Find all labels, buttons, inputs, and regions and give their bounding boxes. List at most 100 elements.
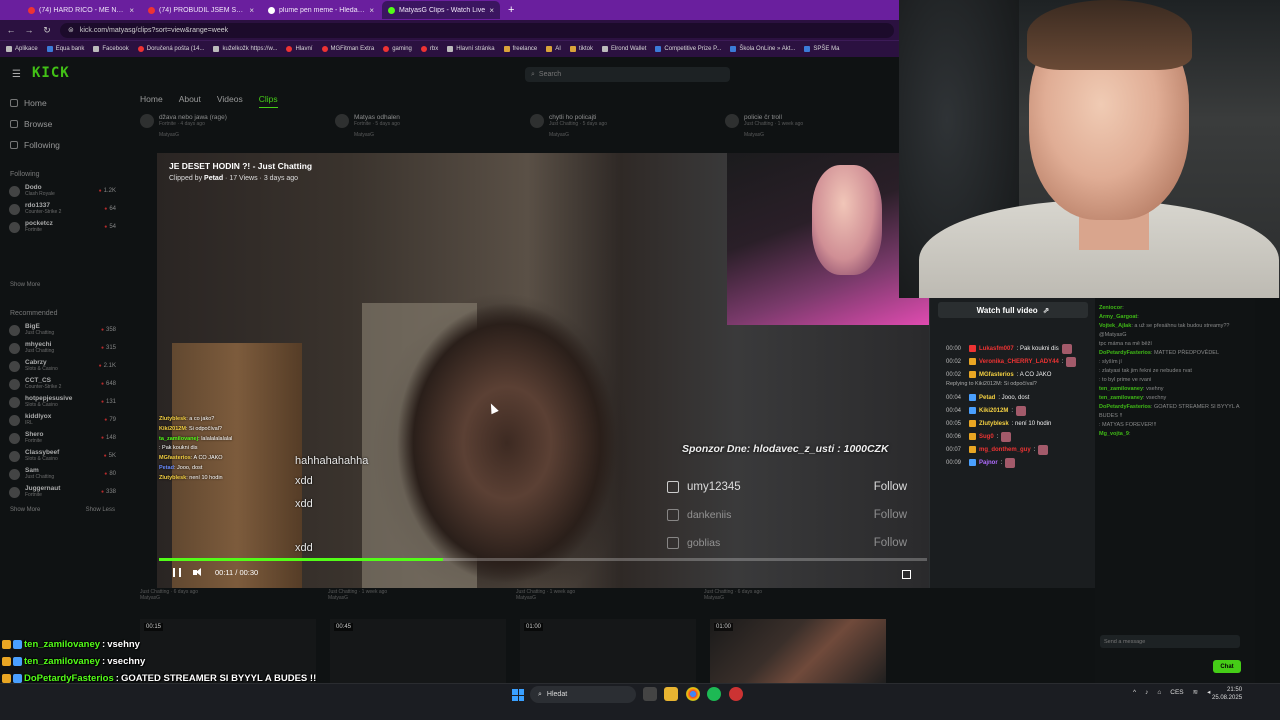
- tab-home[interactable]: Home: [140, 94, 163, 108]
- chat-username[interactable]: Petad: [979, 395, 995, 401]
- chat-username[interactable]: Lukasfm007: [979, 346, 1014, 352]
- chat-username[interactable]: DoPetardyFasterios: [1099, 350, 1151, 356]
- wifi-icon[interactable]: ≋: [1193, 688, 1198, 696]
- chat-username[interactable]: ten_zamilovaney: [1099, 395, 1143, 401]
- browser-tab[interactable]: plume pen meme - Hledat Goo ×: [262, 1, 380, 19]
- back-icon[interactable]: ←: [6, 25, 16, 35]
- watch-full-video-button[interactable]: Watch full video ⇗: [938, 302, 1088, 318]
- chevron-up-icon[interactable]: ^: [1133, 689, 1136, 696]
- chat-input[interactable]: Send a message: [1100, 635, 1240, 648]
- bookmark-item[interactable]: Hlavní stránka: [447, 46, 495, 52]
- sidebar-channel[interactable]: hotpepjesusiveSlots & Casino 131: [0, 393, 125, 411]
- task-view-icon[interactable]: [643, 687, 657, 701]
- close-icon[interactable]: ×: [489, 6, 494, 15]
- chat-username[interactable]: Sug0: [979, 434, 994, 440]
- tab-clips[interactable]: Clips: [258, 94, 278, 108]
- site-info-icon[interactable]: ⊜: [68, 26, 74, 34]
- bookmark-item[interactable]: MGFitman Extra: [321, 46, 374, 52]
- spotify-icon[interactable]: [707, 687, 721, 701]
- clip-thumbnail[interactable]: 01:00: [710, 619, 886, 683]
- sidebar-channel[interactable]: BigEJust Chatting 358: [0, 321, 125, 339]
- network-icon[interactable]: ⌂: [1157, 689, 1161, 696]
- close-icon[interactable]: ×: [129, 6, 134, 15]
- bookmark-item[interactable]: SPŠE Ma: [804, 46, 839, 52]
- bookmark-item[interactable]: rbx: [420, 46, 438, 52]
- fullscreen-icon[interactable]: [902, 570, 911, 579]
- chat-username[interactable]: Pajnor: [979, 460, 998, 466]
- tab-videos[interactable]: Videos: [217, 94, 243, 108]
- bookmark-item[interactable]: tiktok: [569, 46, 593, 52]
- show-more-link[interactable]: Show More: [10, 282, 40, 288]
- volume-icon[interactable]: ◂: [1207, 688, 1210, 696]
- file-explorer-icon[interactable]: [664, 687, 678, 701]
- language-indicator[interactable]: CES: [1170, 689, 1183, 696]
- bookmark-item[interactable]: Competitive Prize P...: [655, 46, 721, 52]
- chat-username[interactable]: DoPetardyFasterios: [1099, 404, 1151, 410]
- taskbar-clock[interactable]: 21:50 25.08.2025: [1212, 686, 1242, 702]
- bookmark-item[interactable]: Doručená pošta (14...: [137, 46, 204, 52]
- show-more-link[interactable]: Show More: [10, 507, 40, 513]
- bookmark-item[interactable]: freelance: [503, 46, 537, 52]
- browser-tab[interactable]: (74) PROBUDIL JSEM SOUSEDE×: [142, 1, 260, 19]
- clip-card[interactable]: policie čr troll Just Chatting · 1 week a…: [725, 114, 900, 138]
- sidebar-item-home[interactable]: Home: [0, 92, 125, 113]
- chrome-icon[interactable]: [686, 687, 700, 701]
- bookmark-item[interactable]: Aplikace: [6, 46, 38, 52]
- new-tab-icon[interactable]: +: [502, 4, 520, 16]
- sidebar-channel[interactable]: DodoClash Royale 1.2K: [0, 182, 125, 200]
- chat-username[interactable]: Mg_vojta_9: [1099, 431, 1129, 437]
- chat-send-button[interactable]: Chat: [1213, 660, 1241, 673]
- bookmark-item[interactable]: AI: [546, 46, 561, 52]
- sidebar-item-browse[interactable]: Browse: [0, 113, 125, 134]
- windows-start-icon[interactable]: [512, 689, 524, 701]
- clip-card[interactable]: Matyas odhalen Fortnite · 5 days ago Matya…: [335, 114, 510, 138]
- kick-logo[interactable]: KICK: [32, 65, 70, 81]
- sidebar-channel[interactable]: CCT_CSCounter-Strike 2 648: [0, 375, 125, 393]
- sidebar-channel[interactable]: pocketczFortnite 54: [0, 218, 125, 236]
- sidebar-channel[interactable]: CabrzySlots & Casino 2.1K: [0, 357, 125, 375]
- bookmark-item[interactable]: Škola OnLine » Akt...: [730, 46, 795, 52]
- clip-card[interactable]: chytli ho policajti Just Chatting · 5 day…: [530, 114, 705, 138]
- chat-username[interactable]: Kiki2012M: [979, 408, 1008, 414]
- chat-username[interactable]: mg_donthem_guy: [979, 447, 1031, 453]
- sidebar-channel[interactable]: ClassybeefSlots & Casino 5K: [0, 447, 125, 465]
- taskbar-search[interactable]: ⌕ Hledat: [530, 686, 636, 703]
- sidebar-channel[interactable]: mhyechiJust Chatting 315: [0, 339, 125, 357]
- chat-username[interactable]: Army_Gargoat: [1099, 314, 1137, 320]
- url-field[interactable]: ⊜ kick.com/matyasg/clips?sort=view&range…: [60, 22, 894, 38]
- progress-bar[interactable]: [159, 558, 927, 561]
- chat-username[interactable]: Zeniocor: [1099, 305, 1122, 311]
- chat-username[interactable]: Zlutyblesk: [979, 421, 1009, 427]
- sidebar-channel[interactable]: JuggernautFortnite 338: [0, 483, 125, 501]
- bookmark-item[interactable]: Elrond Wallet: [601, 46, 646, 52]
- close-icon[interactable]: ×: [369, 6, 374, 15]
- forward-icon[interactable]: →: [24, 25, 34, 35]
- chat-username[interactable]: ten_zamilovaney: [1099, 386, 1143, 392]
- search-input[interactable]: ⌕ Search: [525, 67, 730, 82]
- close-icon[interactable]: ×: [249, 6, 254, 15]
- bookmark-item[interactable]: gaming: [383, 46, 412, 52]
- app-icon[interactable]: [729, 687, 743, 701]
- chat-username[interactable]: MGfasterios: [979, 372, 1014, 378]
- browser-tab[interactable]: (74) HARD RICO - MÉ NEDOSTI×: [22, 1, 140, 19]
- clipped-by-user[interactable]: Petad: [204, 175, 223, 182]
- tab-about[interactable]: About: [179, 94, 201, 108]
- bookmark-item[interactable]: Equa bank: [46, 46, 84, 52]
- reload-icon[interactable]: ↻: [42, 25, 52, 36]
- sidebar-channel[interactable]: rdo1337Counter-Strike 2 64: [0, 200, 125, 218]
- sidebar-item-following[interactable]: Following: [0, 134, 125, 155]
- menu-icon[interactable]: ☰: [12, 69, 21, 80]
- chat-username[interactable]: Veronika_CHERRY_LADY44: [979, 359, 1059, 365]
- clip-thumbnail[interactable]: 01:00: [520, 619, 696, 683]
- bookmark-item[interactable]: Hlavní: [286, 46, 313, 52]
- browser-tab[interactable]: MatyasG Clips - Watch Live ×: [382, 1, 500, 19]
- bookmark-item[interactable]: Facebook: [93, 46, 129, 52]
- pause-icon[interactable]: [173, 568, 181, 577]
- bookmark-item[interactable]: kuželkožk https://w...: [213, 46, 277, 52]
- chat-username[interactable]: Vojtek_Ajlak: [1099, 323, 1131, 329]
- clip-card[interactable]: džava nebo jawa (rage) Fortnite · 4 days …: [140, 114, 315, 138]
- show-less-link[interactable]: Show Less: [86, 507, 115, 513]
- sidebar-channel[interactable]: SheroFortnite 148: [0, 429, 125, 447]
- mic-icon[interactable]: ♪: [1145, 689, 1148, 696]
- sidebar-channel[interactable]: kiddlyoxIRL 79: [0, 411, 125, 429]
